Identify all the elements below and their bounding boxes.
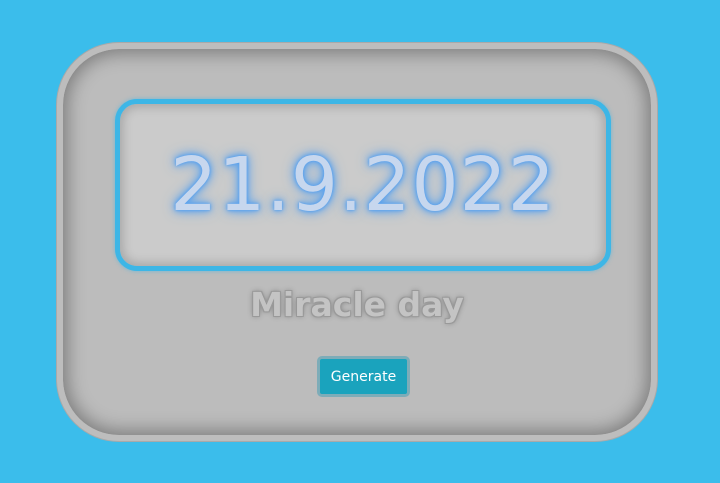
date-text: 21.9.2022 [170, 142, 556, 228]
day-label: Miracle day [250, 285, 464, 324]
generate-button[interactable]: Generate [317, 356, 410, 397]
generator-card: 21.9.2022 Miracle day Generate [57, 43, 657, 441]
date-display: 21.9.2022 [115, 99, 611, 271]
